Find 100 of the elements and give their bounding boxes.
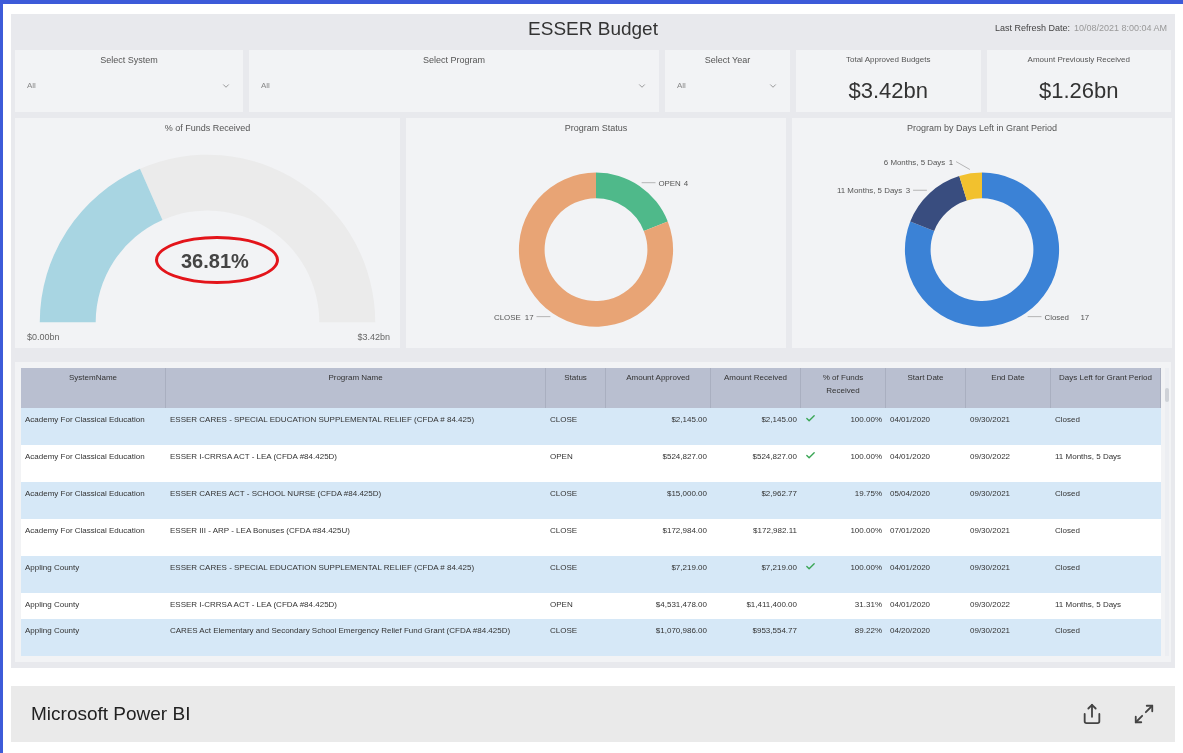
leader-line (536, 315, 551, 317)
table-cell-text: Appling County (24, 599, 81, 611)
data-label: CLOSE (493, 312, 521, 322)
table-cell-text: $2,145.00 (670, 414, 708, 426)
leader-line (912, 189, 928, 191)
table-cell-text: $172,982.11 (752, 525, 798, 537)
report-title: ESSER Budget (528, 16, 658, 41)
chart-title: % of Funds Received (164, 122, 251, 135)
slicer-label: Select Program (422, 54, 486, 67)
table-cell-text: $953,554.77 (751, 625, 798, 637)
table-cell-text: 09/30/2022 (969, 451, 1012, 463)
table-cell-text: 07/01/2020 (889, 525, 932, 537)
card-label: Amount Previously Received (1027, 54, 1130, 66)
table-cell-text: 05/04/2020 (889, 488, 932, 500)
table-cell-text: ESSER CARES - SPECIAL EDUCATION SUPPLEMENTAL RELIEF (CFDA # 84.425) (169, 562, 476, 574)
table-cell-text: 09/30/2021 (969, 488, 1012, 500)
table-cell-text: CARES Act Elementary and Secondary School Emergency Relief Fund Grant (CFDA #84.425D) (169, 625, 512, 637)
table-row[interactable]: Academy For Classical Education ESSER III - ARP - LEA Bonuses (CFDA #84.425U) CLOSE $172,984.00 $172,982.11 100.00% 07/01/2020 09/30/2021 Closed (21, 519, 1161, 556)
table-cell-text: 09/30/2021 (969, 625, 1012, 637)
table-row[interactable]: Appling County CARES Act Elementary and Secondary School Emergency Relief Fund Grant (CFDA #84.425D) CLOSE $1,070,986.00 $953,554.77 89.22% 04/20/2020 09/30/2021 Closed (21, 619, 1161, 656)
table-cell-text: 100.00% (850, 525, 882, 537)
table-row[interactable]: Appling County ESSER I-CRRSA ACT - LEA (CFDA #84.425D) OPEN $4,531,478.00 $1,411,400.00 31.31% 04/01/2020 09/30/2022 11 Months, 5 Days (21, 593, 1161, 619)
table-cell-text: Closed (1054, 525, 1081, 537)
table-row[interactable]: Academy For Classical Education ESSER CARES ACT - SCHOOL NURSE (CFDA #84.425D) CLOSE $15,000.00 $2,962.77 19.75% 05/04/2020 09/30/2021 Closed (21, 482, 1161, 519)
table-cell-text: 09/30/2021 (969, 525, 1012, 537)
table-cell-text: $4,531,478.00 (654, 599, 708, 611)
table-cell-text: CLOSE (549, 525, 579, 537)
table-cell-text: 04/20/2020 (889, 625, 932, 637)
table-cell-text: $524,827.00 (661, 451, 708, 463)
table-cell-text: $172,984.00 (661, 525, 708, 537)
value-label: 1 (948, 157, 954, 167)
share-icon[interactable] (1081, 703, 1103, 725)
table-cell-text: Appling County (24, 562, 81, 574)
table-cell-text: Academy For Classical Education (24, 451, 146, 463)
value-label: 17 (1080, 312, 1090, 322)
table-cell-text: $7,219.00 (760, 562, 798, 574)
table-cell-text: 09/30/2021 (969, 414, 1012, 426)
expand-icon[interactable] (1133, 703, 1155, 725)
table-cell-text: 11 Months, 5 Days (1054, 599, 1123, 611)
gauge-value: 36.81% (181, 249, 249, 274)
table-cell-text: $7,219.00 (670, 562, 708, 574)
table-cell-text: 04/01/2020 (889, 414, 932, 426)
data-label: Closed (1044, 312, 1069, 322)
table-cell-text: Appling County (24, 625, 81, 637)
card-value: $3.42bn (848, 77, 928, 105)
table-row[interactable]: Appling County ESSER CARES - SPECIAL EDUCATION SUPPLEMENTAL RELIEF (CFDA # 84.425) CLOSE $7,219.00 $7,219.00 100.00% 04/01/2020 09/30/2021 Closed (21, 556, 1161, 593)
table-cell-text: 09/30/2021 (969, 562, 1012, 574)
card-value: $1.26bn (1039, 77, 1119, 105)
leader-line (1027, 315, 1042, 317)
brand-name: Microsoft Power BI (31, 701, 191, 726)
table-cell-text: ESSER CARES ACT - SCHOOL NURSE (CFDA #84.425D) (169, 488, 383, 500)
leader-line (955, 160, 971, 170)
table-cell-text: Closed (1054, 488, 1081, 500)
table-cell-text: 31.31% (854, 599, 882, 611)
data-label: 6 Months, 5 Days (883, 157, 946, 167)
card-label: Total Approved Budgets (846, 54, 931, 66)
table-cell-text: $524,827.00 (751, 451, 798, 463)
gauge-max-label: $3.42bn (357, 330, 390, 344)
table-cell-text: CLOSE (549, 488, 579, 500)
table-cell-text: $2,962.77 (760, 488, 798, 500)
table-cell-text: Closed (1054, 414, 1081, 426)
table-cell-text: 100.00% (850, 414, 882, 426)
table-cell-text: 04/01/2020 (889, 451, 932, 463)
refresh-date: 10/08/2021 8:00:04 AM (1073, 22, 1167, 35)
table-cell-text: ESSER I-CRRSA ACT - LEA (CFDA #84.425D) (169, 599, 339, 611)
slicer-label: Select System (99, 54, 159, 67)
table-cell-text: Academy For Classical Education (24, 414, 146, 426)
value-label: 3 (905, 185, 911, 195)
table-cell-text: CLOSE (549, 562, 579, 574)
table-cell-text: Academy For Classical Education (24, 488, 146, 500)
chart-title: Program by Days Left in Grant Period (906, 122, 1058, 135)
value-label: 4 (683, 178, 689, 188)
table-row[interactable]: Academy For Classical Education ESSER CARES - SPECIAL EDUCATION SUPPLEMENTAL RELIEF (CFDA # 84.425) CLOSE $2,145.00 $2,145.00 100.00% 04/01/2020 09/30/2021 Closed (21, 408, 1161, 445)
refresh-label: Last Refresh Date: (994, 22, 1070, 35)
table-cell-text: $1,070,986.00 (654, 625, 708, 637)
table-cell-text: CLOSE (549, 414, 579, 426)
table-cell-text: Closed (1054, 625, 1081, 637)
table-row[interactable]: Academy For Classical Education ESSER I-CRRSA ACT - LEA (CFDA #84.425D) OPEN $524,827.00 $524,827.00 100.00% 04/01/2020 09/30/2022 11 Months, 5 Days (21, 445, 1161, 482)
slicer-label: Select Year (703, 54, 752, 67)
table-cell-text: Closed (1054, 562, 1081, 574)
table-cell-text: OPEN (549, 451, 574, 463)
table-cell-text: 09/30/2022 (969, 599, 1012, 611)
value-label: 17 (524, 312, 534, 322)
table-cell-text: $2,145.00 (760, 414, 798, 426)
leader-line (641, 181, 656, 183)
table-cell-text: 04/01/2020 (889, 562, 932, 574)
table-cell-text: 100.00% (850, 562, 882, 574)
data-label: 11 Months, 5 Days (836, 185, 903, 195)
table-cell-text: $1,411,400.00 (745, 599, 798, 611)
table-cell-text: ESSER III - ARP - LEA Bonuses (CFDA #84.425U) (169, 525, 351, 537)
table-cell-text: CLOSE (549, 625, 579, 637)
table-cell-text: 100.00% (850, 451, 882, 463)
data-label: OPEN (658, 178, 681, 188)
gauge-min-label: $0.00bn (27, 330, 60, 344)
table-cell-text: ESSER I-CRRSA ACT - LEA (CFDA #84.425D) (169, 451, 339, 463)
table-cell-text: Academy For Classical Education (24, 525, 146, 537)
chart-title: Program Status (564, 122, 628, 135)
table-cell-text: OPEN (549, 599, 574, 611)
table-cell-text: 04/01/2020 (889, 599, 932, 611)
table-cell-text: 11 Months, 5 Days (1054, 451, 1123, 463)
